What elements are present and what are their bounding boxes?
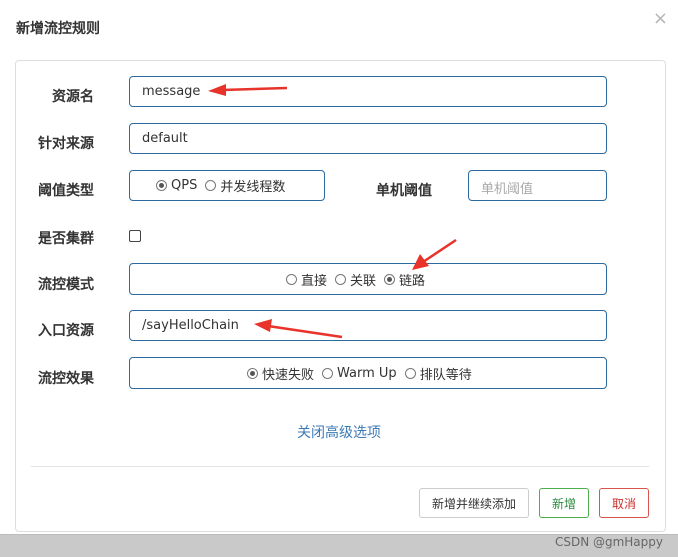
threshold-type-qps-label: QPS bbox=[171, 178, 198, 193]
origin-label: 针对来源 bbox=[38, 136, 94, 152]
radio-unselected-icon bbox=[335, 273, 347, 285]
flow-effect-queue-radio[interactable]: 排队等待 bbox=[404, 364, 472, 383]
entry-resource-input[interactable]: /sayHelloChain bbox=[129, 310, 607, 341]
flow-mode-direct-radio[interactable]: 直接 bbox=[286, 270, 327, 289]
single-threshold-placeholder: 单机阈值 bbox=[481, 182, 534, 197]
threshold-type-thread-radio[interactable]: 并发线程数 bbox=[205, 176, 285, 195]
watermark: CSDN @gmHappy bbox=[554, 535, 663, 549]
flow-effect-group: 快速失败 Warm Up 排队等待 bbox=[129, 357, 607, 389]
flow-mode-relate-label: 关联 bbox=[350, 273, 377, 289]
footer-divider bbox=[31, 466, 649, 467]
flow-effect-warm-up-label: Warm Up bbox=[337, 365, 397, 381]
single-threshold-input[interactable]: 单机阈值 bbox=[468, 170, 607, 201]
toggle-advanced-link[interactable]: 关闭高级选项 bbox=[0, 422, 678, 442]
threshold-type-label: 阈值类型 bbox=[38, 183, 94, 199]
close-icon[interactable]: × bbox=[653, 8, 668, 29]
cluster-checkbox[interactable] bbox=[129, 230, 141, 242]
flow-effect-fail-fast-label: 快速失败 bbox=[262, 367, 315, 383]
add-and-continue-button[interactable]: 新增并继续添加 bbox=[419, 488, 529, 518]
threshold-type-group: QPS 并发线程数 bbox=[129, 170, 325, 201]
flow-mode-group: 直接 关联 链路 bbox=[129, 263, 607, 295]
radio-unselected-icon bbox=[322, 367, 334, 379]
threshold-type-thread-label: 并发线程数 bbox=[220, 180, 286, 195]
resource-name-label: 资源名 bbox=[52, 89, 94, 105]
entry-resource-value: /sayHelloChain bbox=[142, 318, 239, 333]
flow-mode-relate-radio[interactable]: 关联 bbox=[335, 270, 376, 289]
threshold-type-qps-radio[interactable]: QPS bbox=[156, 178, 197, 193]
radio-selected-icon bbox=[247, 367, 258, 379]
resource-name-value: message bbox=[142, 84, 201, 99]
single-threshold-label: 单机阈值 bbox=[376, 183, 432, 199]
flow-mode-chain-label: 链路 bbox=[399, 273, 426, 289]
entry-resource-label: 入口资源 bbox=[38, 323, 94, 339]
dialog-title: 新增流控规则 bbox=[16, 21, 100, 37]
flow-effect-label: 流控效果 bbox=[38, 371, 94, 387]
flow-effect-fail-fast-radio[interactable]: 快速失败 bbox=[247, 364, 314, 383]
cluster-label: 是否集群 bbox=[38, 231, 94, 247]
flow-mode-direct-label: 直接 bbox=[301, 273, 328, 289]
radio-selected-icon bbox=[156, 180, 167, 191]
origin-input[interactable]: default bbox=[129, 123, 607, 154]
add-button[interactable]: 新增 bbox=[539, 488, 589, 518]
origin-value: default bbox=[142, 131, 188, 146]
flow-rule-dialog: 新增流控规则 × 资源名 message 针对来源 default 阈值类型 Q… bbox=[0, 0, 678, 535]
radio-unselected-icon bbox=[404, 367, 416, 379]
flow-mode-label: 流控模式 bbox=[38, 277, 94, 293]
resource-name-input[interactable]: message bbox=[129, 76, 607, 107]
flow-effect-queue-label: 排队等待 bbox=[419, 367, 472, 383]
cancel-button[interactable]: 取消 bbox=[599, 488, 649, 518]
radio-unselected-icon bbox=[205, 180, 217, 191]
flow-effect-warm-up-radio[interactable]: Warm Up bbox=[322, 366, 397, 381]
radio-selected-icon bbox=[384, 273, 396, 285]
flow-mode-chain-radio[interactable]: 链路 bbox=[384, 270, 425, 289]
radio-unselected-icon bbox=[286, 273, 297, 285]
